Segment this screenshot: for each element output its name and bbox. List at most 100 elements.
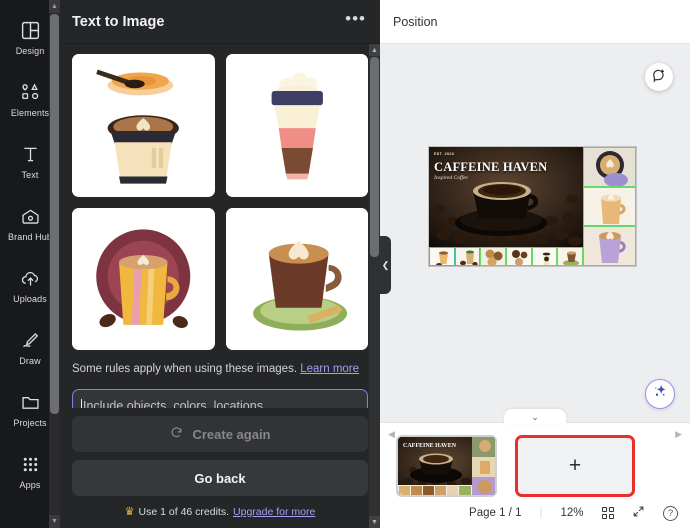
sidebar-item-label: Apps [19,479,41,490]
expand-icon [632,505,645,521]
generated-image-result[interactable] [225,54,368,197]
sidebar-item-label: Elements [10,107,50,118]
next-page-button[interactable]: ▶ [675,429,682,440]
svg-text:CAFFEINE HAVEN: CAFFEINE HAVEN [403,443,457,449]
design-right-thumbs [583,147,636,266]
panel-body: Some rules apply when using these images… [60,44,380,408]
panel-scroll-down-icon[interactable]: ▼ [369,516,380,528]
latte-art-mug-thumb [584,227,635,265]
panel-scrollbar[interactable]: ▲ ▼ [369,44,380,528]
latte-top-view-thumb [584,148,635,186]
design-strip-thumb[interactable] [454,247,481,266]
page-thumbnail-list: CAFFEINE HAVEN 1 + [380,423,690,497]
zoom-level[interactable]: 12% [560,507,583,519]
design-thumb[interactable] [583,226,636,266]
grid-view-button[interactable] [601,506,614,520]
design-canvas[interactable]: EST. 2023 CAFFEINE HAVEN Inspired Coffee [429,147,636,266]
sidebar-item-label: Text [21,169,39,180]
canva-editor-window: Design Elements Text Brand Hub Uploads D… [0,0,690,528]
crown-icon: ♛ [124,506,135,518]
sidebar-scrollbar[interactable]: ▲ ▼ [49,0,60,528]
scroll-up-icon[interactable]: ▲ [49,0,60,13]
usage-rules-text: Some rules apply when using these images… [72,362,368,377]
panel-title: Text to Image [72,13,165,30]
coffee-cup-thumb [430,248,454,265]
editor-stage: Position EST. 2023 CAFFEINE HAVEN Inspir… [380,0,690,528]
design-thumb[interactable] [583,186,636,227]
position-button[interactable]: Position [393,15,437,29]
generated-image-result[interactable] [72,54,215,197]
design-title[interactable]: CAFFEINE HAVEN [434,160,547,175]
refresh-icon [169,425,184,443]
grid-view-icon [601,506,614,520]
left-sidebar: Design Elements Text Brand Hub Uploads D… [0,0,60,528]
page-thumbnail[interactable]: CAFFEINE HAVEN 1 [396,435,497,497]
help-icon: ? [663,505,678,521]
coffee-cup-beans-thumb [455,248,480,265]
design-strip-thumb[interactable] [506,247,532,266]
add-page-label: + [568,454,582,477]
sidebar-item-label: Projects [13,417,47,428]
panel-footer: Create again Go back ♛ Use 1 of 46 credi… [60,408,380,528]
chevron-down-icon: ⌄ [531,412,539,422]
credits-text: Use 1 of 46 credits. [138,505,230,518]
help-button[interactable]: ? [663,505,678,521]
sidebar-item-label: Uploads [13,293,47,304]
go-back-label: Go back [194,470,246,486]
panel-more-menu-icon[interactable]: ••• [345,10,366,29]
page-indicator[interactable]: Page 1 / 1 [469,507,521,519]
design-bottom-thumbs: 1 [429,247,584,266]
add-comment-icon [651,67,667,88]
usage-rules-label: Some rules apply when using these images… [72,363,298,375]
upgrade-link[interactable]: Upgrade for more [233,506,315,518]
panel-scrollbar-thumb[interactable] [370,57,379,257]
sidebar-item-label: Design [15,45,45,56]
design-strip-thumb[interactable] [531,247,558,266]
text-to-image-panel: Text to Image ••• Some rules apply when … [60,0,380,528]
add-comment-button[interactable] [645,63,673,91]
prompt-placeholder: Include objects, colors, locations, [83,399,267,408]
design-eyebrow: EST. 2023 [434,152,455,156]
text-icon [18,143,42,167]
cup-and-saucer-thumb [558,248,583,265]
stacked-cups-thumb [481,248,506,265]
prev-page-button[interactable]: ◀ [388,429,395,440]
scrollbar-thumb[interactable] [50,14,59,414]
latte-art-cup-green-saucer-illustration [225,207,368,350]
learn-more-link[interactable]: Learn more [300,363,359,375]
design-icon [18,19,42,43]
uploads-icon [18,267,42,291]
design-strip-thumb[interactable] [480,247,507,266]
tall-latte-mug-thumb [584,187,635,226]
prompt-input[interactable]: Include objects, colors, locations, [72,389,368,408]
design-page-badge: 1 [430,260,433,265]
create-again-button[interactable]: Create again [72,416,368,452]
takeaway-cup-thumb [532,248,557,265]
draw-icon [18,329,42,353]
generated-image-result[interactable] [225,207,368,350]
coffee-beans-thumb [507,248,531,265]
design-thumb[interactable] [583,147,636,187]
chevron-left-icon: ❮ [381,259,390,270]
collapse-panel-handle[interactable]: ❮ [380,236,391,294]
credits-row: ♛ Use 1 of 46 credits. Upgrade for more [72,505,368,519]
collapse-pagebar-button[interactable]: ⌄ [504,409,566,424]
create-again-label: Create again [192,426,271,442]
add-page-button[interactable]: + [515,435,635,497]
design-strip-thumb[interactable] [557,247,584,266]
iced-coffee-whipped-cream-illustration [225,54,368,197]
go-back-button[interactable]: Go back [72,460,368,496]
fullscreen-button[interactable] [632,505,645,521]
panel-scroll-up-icon[interactable]: ▲ [369,44,380,56]
magic-assistant-button[interactable] [645,379,675,409]
elements-icon [18,81,42,105]
canvas-area[interactable]: EST. 2023 CAFFEINE HAVEN Inspired Coffee [380,44,690,422]
context-toolbar: Position [380,0,690,44]
design-strip-thumb[interactable] [429,247,455,266]
brand-hub-icon [18,205,42,229]
scroll-down-icon[interactable]: ▼ [49,515,60,528]
generated-image-result[interactable] [72,207,215,350]
projects-icon [18,391,42,415]
sidebar-item-label: Draw [19,355,41,366]
sidebar-item-label: Brand Hub [8,231,52,242]
